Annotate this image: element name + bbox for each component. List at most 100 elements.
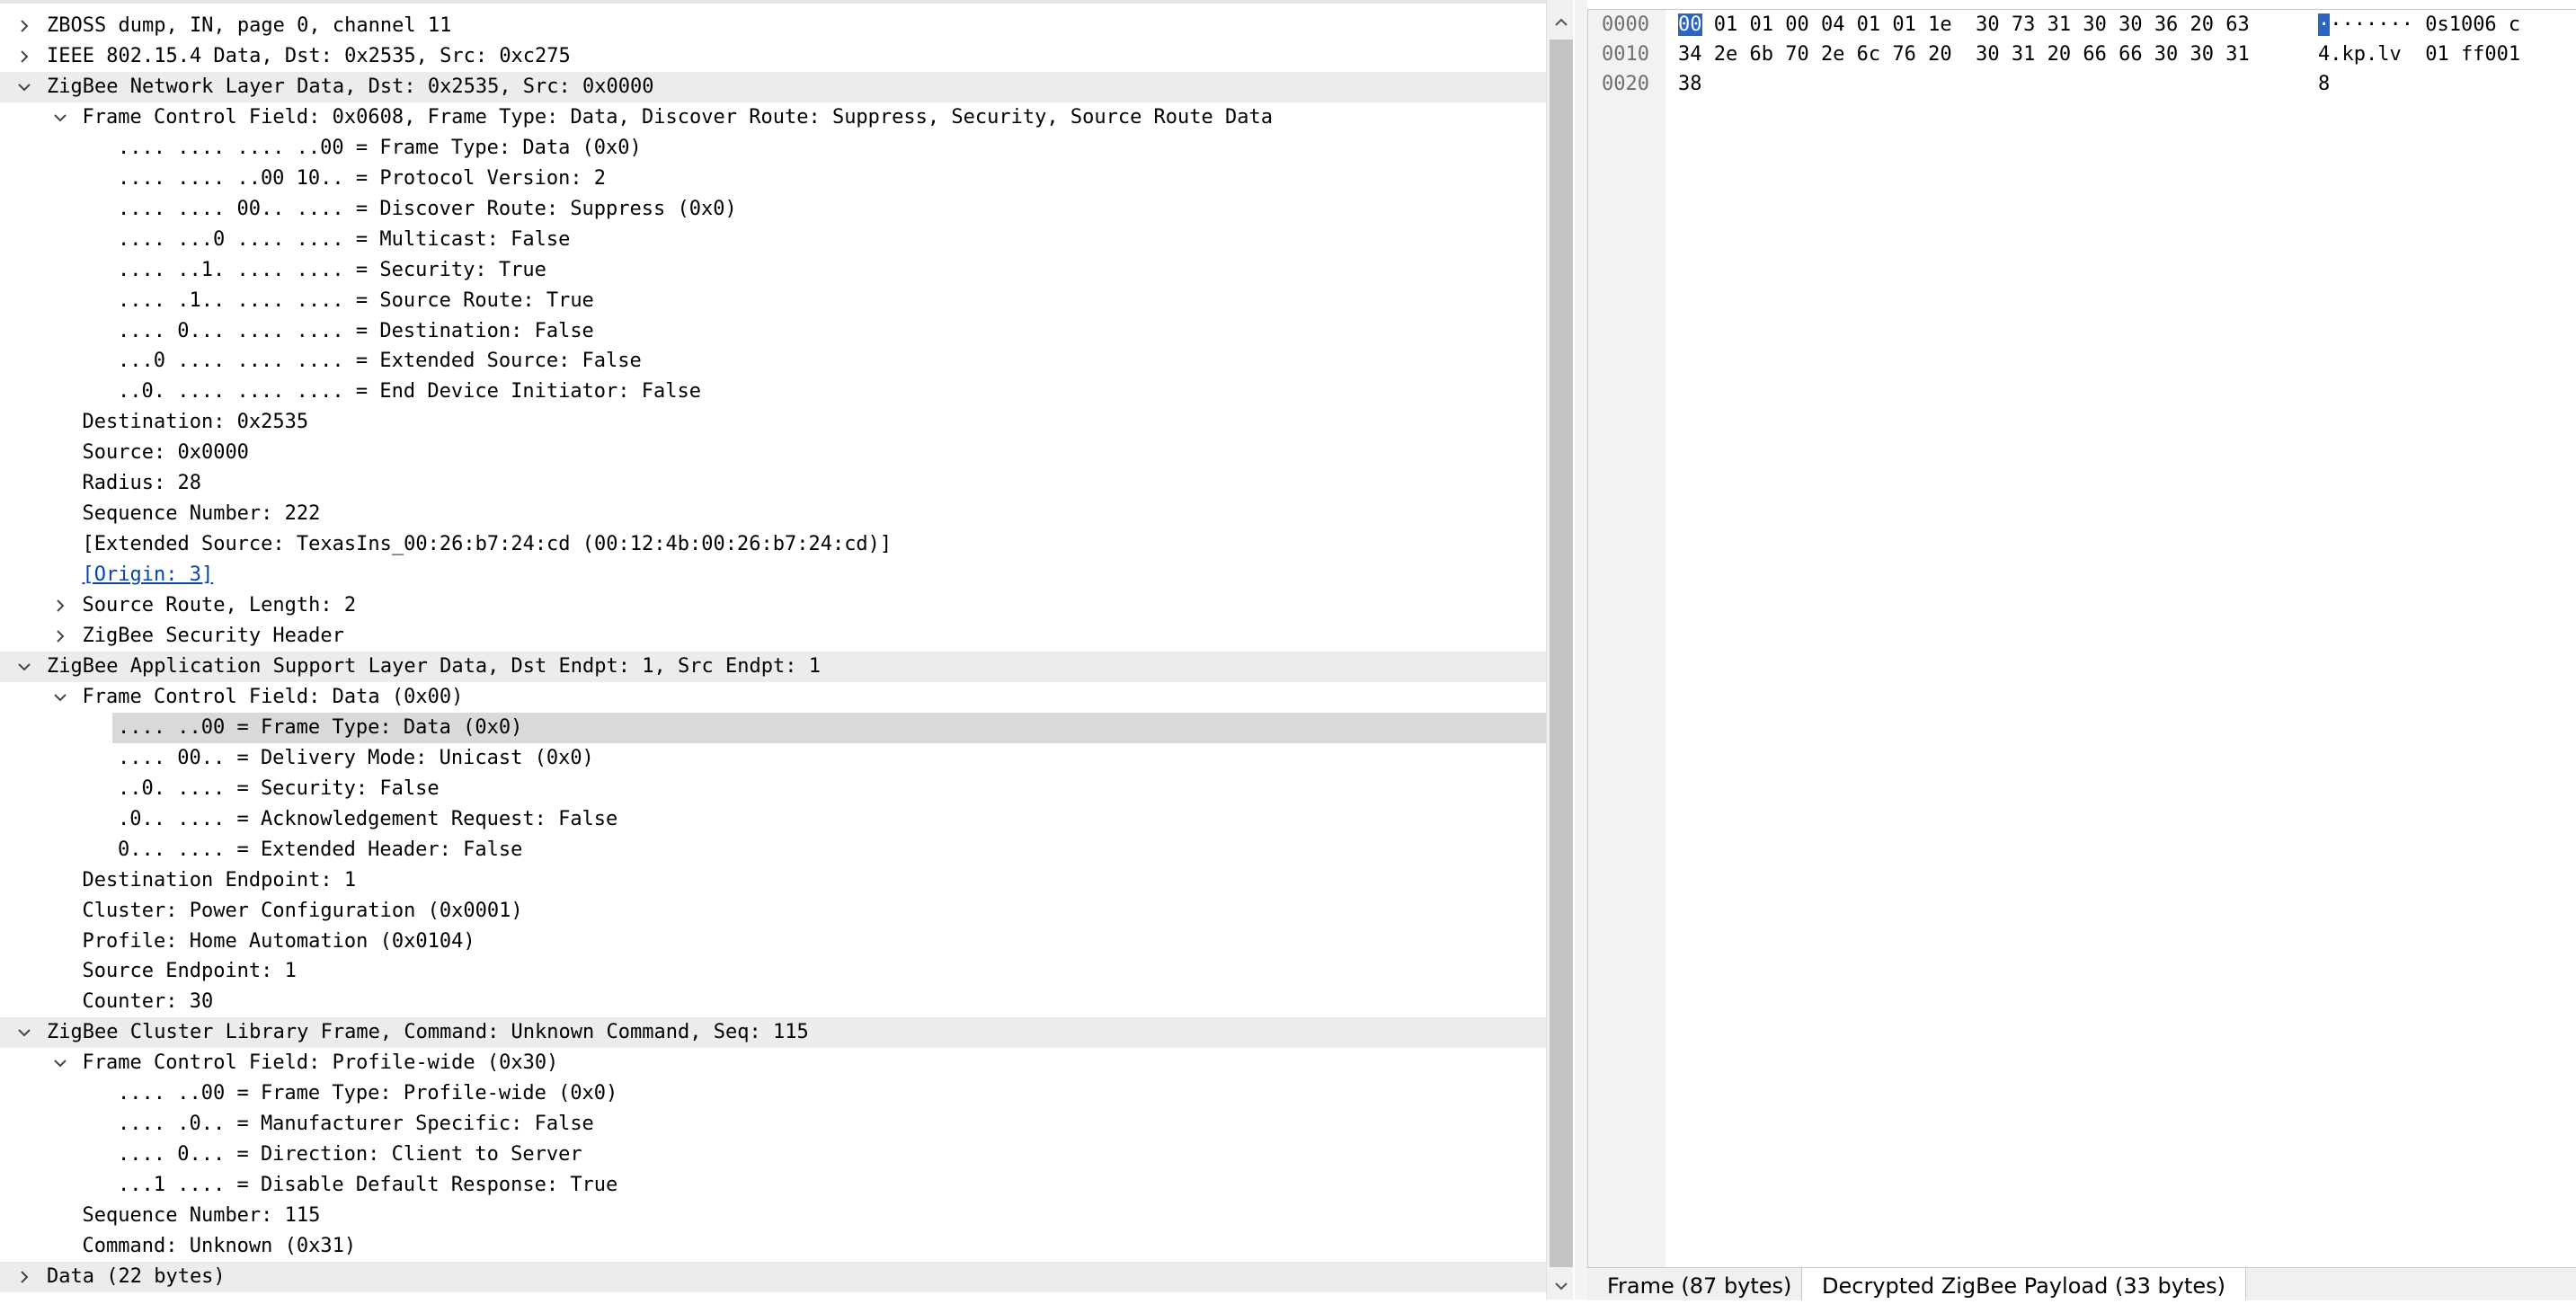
tree-row-label: .... 00.. = Delivery Mode: Unicast (0x0): [118, 746, 594, 769]
pane-splitter[interactable]: [1575, 0, 1587, 1300]
packet-details-tree[interactable]: ZBOSS dump, IN, page 0, channel 11 IEEE 8…: [0, 0, 1573, 1300]
tree-row[interactable]: [Extended Source: TexasIns_00:26:b7:24:c…: [0, 529, 1546, 560]
expanded-chevron-icon[interactable]: [14, 72, 34, 102]
tree-row-label: ZigBee Network Layer Data, Dst: 0x2535, …: [47, 75, 654, 98]
tree-row[interactable]: Destination Endpoint: 1: [0, 865, 1546, 896]
tree-row[interactable]: Profile: Home Automation (0x0104): [0, 927, 1546, 957]
collapsed-chevron-icon[interactable]: [14, 41, 34, 72]
tree-row-label: Radius: 28: [82, 472, 201, 495]
hex-ascii-text: 4.kp.lv 01 ff001: [2318, 43, 2521, 66]
tree-row[interactable]: IEEE 802.15.4 Data, Dst: 0x2535, Src: 0x…: [0, 41, 1546, 72]
tree-row[interactable]: Source Endpoint: 1: [0, 956, 1546, 987]
bytes-tab-bar: Frame (87 bytes) Decrypted ZigBee Payloa…: [1587, 1267, 2576, 1300]
tree-row[interactable]: ...0 .... .... .... = Extended Source: F…: [0, 346, 1546, 377]
tree-row-label: .... .... .... ..00 = Frame Type: Data (…: [118, 136, 642, 159]
tree-row[interactable]: .... .... ..00 10.. = Protocol Version: …: [0, 164, 1546, 194]
tree-row[interactable]: Radius: 28: [0, 468, 1546, 499]
scroll-down-arrow-icon[interactable]: [1547, 1273, 1573, 1300]
tree-row-label: .... .1.. .... .... = Source Route: True: [118, 288, 594, 312]
tree-row-label: ...0 .... .... .... = Extended Source: F…: [118, 350, 642, 373]
tree-scroll-thumb[interactable]: [1550, 40, 1573, 1267]
tree-row[interactable]: .... .... .... ..00 = Frame Type: Data (…: [0, 133, 1546, 164]
tree-row[interactable]: [Origin: 3]: [0, 560, 1546, 590]
tree-row[interactable]: ...1 .... = Disable Default Response: Tr…: [0, 1170, 1546, 1201]
collapsed-chevron-icon[interactable]: [50, 590, 70, 621]
tree-row[interactable]: .... ..1. .... .... = Security: True: [0, 255, 1546, 286]
tab-decrypted-zigbee-payload[interactable]: Decrypted ZigBee Payload (33 bytes): [1801, 1268, 2246, 1300]
tree-row[interactable]: .... .0.. = Manufacturer Specific: False: [0, 1109, 1546, 1140]
tree-row[interactable]: .... ..00 = Frame Type: Profile-wide (0x…: [0, 1078, 1546, 1109]
hex-bytes-line[interactable]: 00 01 01 00 04 01 01 1e 30 73 31 30 30 3…: [1678, 10, 2250, 40]
collapsed-chevron-icon[interactable]: [50, 621, 70, 652]
tree-row-label: Destination: 0x2535: [82, 411, 309, 434]
tree-row[interactable]: .... 00.. = Delivery Mode: Unicast (0x0): [0, 743, 1546, 774]
hex-ascii-line[interactable]: 4.kp.lv 01 ff001: [2318, 40, 2520, 69]
hex-ascii-text: ······· 0s1006 c: [2330, 13, 2521, 36]
tree-row-label: ...1 .... = Disable Default Response: Tr…: [118, 1174, 618, 1197]
tree-vertical-scrollbar[interactable]: [1546, 0, 1573, 1300]
tree-row[interactable]: Data (22 bytes): [0, 1261, 1546, 1292]
expanded-chevron-icon[interactable]: [14, 652, 34, 682]
tree-row-label: Counter: 30: [82, 990, 214, 1014]
tree-row[interactable]: Destination: 0x2535: [0, 407, 1546, 438]
tree-row-label: Source: 0x0000: [82, 441, 249, 465]
tree-row-label: .... 0... .... .... = Destination: False: [118, 319, 594, 342]
collapsed-chevron-icon[interactable]: [14, 11, 34, 41]
hex-ascii-text: 8: [2318, 73, 2331, 95]
tree-row[interactable]: .... .... 00.. .... = Discover Route: Su…: [0, 194, 1546, 225]
selected-byte[interactable]: 00: [1678, 13, 1702, 36]
tree-row[interactable]: 0... .... = Extended Header: False: [0, 835, 1546, 865]
expanded-chevron-icon[interactable]: [50, 682, 70, 713]
tree-row[interactable]: Sequence Number: 115: [0, 1201, 1546, 1231]
tree-row-label: .... .... ..00 10.. = Protocol Version: …: [118, 166, 607, 190]
tree-row[interactable]: ZigBee Network Layer Data, Dst: 0x2535, …: [0, 71, 1546, 102]
tree-row[interactable]: .0.. .... = Acknowledgement Request: Fal…: [0, 804, 1546, 835]
tree-row[interactable]: ZigBee Application Support Layer Data, D…: [0, 651, 1546, 682]
tree-row[interactable]: Command: Unknown (0x31): [0, 1231, 1546, 1262]
hex-ascii-line[interactable]: 8: [2318, 69, 2330, 99]
hex-bytes-text: 01 01 00 04 01 01 1e 30 73 31 30 30 36 2…: [1701, 13, 2250, 36]
tree-row[interactable]: Source: 0x0000: [0, 438, 1546, 468]
tree-row[interactable]: ZigBee Security Header: [0, 621, 1546, 652]
hex-bytes-line[interactable]: 34 2e 6b 70 2e 6c 76 20 30 31 20 66 66 3…: [1678, 40, 2250, 69]
tree-row-label: .... ..00 = Frame Type: Profile-wide (0x…: [118, 1082, 618, 1105]
tree-row[interactable]: .... 0... = Direction: Client to Server: [0, 1140, 1546, 1170]
expanded-chevron-icon[interactable]: [14, 1017, 34, 1048]
tree-row[interactable]: .... ...0 .... .... = Multicast: False: [0, 225, 1546, 255]
tree-row[interactable]: ..0. .... = Security: False: [0, 774, 1546, 804]
hex-bytes-text: 34 2e 6b 70 2e 6c 76 20 30 31 20 66 66 3…: [1678, 43, 2250, 66]
packet-bytes-pane[interactable]: 0000 00 01 01 00 04 01 01 1e 30 73 31 30…: [1587, 9, 2576, 1269]
tree-row-label: Frame Control Field: Data (0x00): [82, 685, 464, 708]
tree-row[interactable]: .... 0... .... .... = Destination: False: [0, 316, 1546, 347]
tree-row-label: Source Route, Length: 2: [82, 594, 357, 617]
tree-row-label: Sequence Number: 115: [82, 1204, 321, 1228]
scroll-up-arrow-icon[interactable]: [1547, 9, 1573, 36]
tree-row-label[interactable]: [Origin: 3]: [83, 560, 214, 590]
tree-row[interactable]: Frame Control Field: Profile-wide (0x30): [0, 1048, 1546, 1078]
tree-row[interactable]: ..0. .... .... .... = End Device Initiat…: [0, 377, 1546, 407]
collapsed-chevron-icon[interactable]: [14, 1262, 34, 1292]
expanded-chevron-icon[interactable]: [50, 1048, 70, 1078]
tree-row[interactable]: Counter: 30: [0, 987, 1546, 1017]
tree-row[interactable]: .... .1.. .... .... = Source Route: True: [0, 286, 1546, 316]
tree-row-label: Frame Control Field: 0x0608, Frame Type:…: [82, 105, 1274, 129]
tree-row[interactable]: Source Route, Length: 2: [0, 590, 1546, 621]
tree-row[interactable]: Frame Control Field: 0x0608, Frame Type:…: [0, 102, 1546, 133]
tree-row-label: .... .... 00.. .... = Discover Route: Su…: [118, 197, 737, 220]
tree-row-label: Sequence Number: 222: [82, 502, 321, 526]
expanded-chevron-icon[interactable]: [50, 102, 70, 133]
hex-ascii-line[interactable]: ········ 0s1006 c: [2318, 10, 2520, 40]
tree-row[interactable]: ZBOSS dump, IN, page 0, channel 11: [0, 11, 1546, 41]
tree-row[interactable]: ZigBee Cluster Library Frame, Command: U…: [0, 1017, 1546, 1049]
tree-row-label: Cluster: Power Configuration (0x0001): [82, 899, 523, 922]
hex-bytes-line[interactable]: 38: [1678, 69, 1702, 99]
tab-frame[interactable]: Frame (87 bytes): [1587, 1268, 1811, 1300]
hex-offset-column: [1588, 10, 1666, 1268]
tree-row[interactable]: Cluster: Power Configuration (0x0001): [0, 896, 1546, 927]
tree-row[interactable]: Sequence Number: 222: [0, 499, 1546, 529]
tree-row[interactable]: .... ..00 = Frame Type: Data (0x0): [112, 712, 1546, 743]
tree-top-border: [0, 0, 1573, 4]
selected-ascii-char[interactable]: ·: [2318, 13, 2331, 36]
hex-bytes-text: 38: [1678, 73, 1702, 95]
tree-row[interactable]: Frame Control Field: Data (0x00): [0, 682, 1546, 713]
